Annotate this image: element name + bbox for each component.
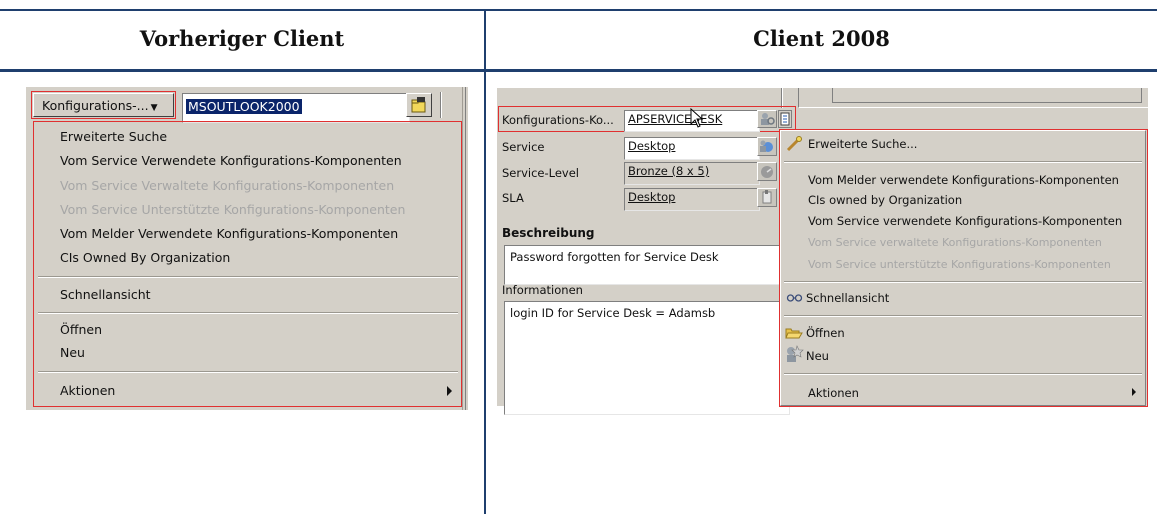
right-menu-item-quick-view[interactable]: Schnellansicht: [806, 291, 889, 305]
service-level-field[interactable]: Bronze (8 x 5): [624, 162, 760, 185]
list-menu-icon: [780, 112, 790, 126]
globe-people-icon: [760, 140, 773, 152]
right-menu-separator-4: [784, 373, 1142, 375]
service-lookup-button[interactable]: [757, 137, 777, 156]
submenu-arrow-icon: [1132, 388, 1136, 396]
right-menu-item-service-supported-ci: Vom Service unterstützte Konfigurations-…: [808, 258, 1111, 271]
person-search-icon: [761, 113, 775, 125]
gauge-icon: [761, 166, 773, 178]
folder-lookup-icon: [411, 97, 426, 113]
right-menu-item-open[interactable]: Öffnen: [806, 326, 845, 340]
top-rule: [0, 9, 1157, 11]
config-value-text: MSOUTLOOK2000: [186, 99, 302, 114]
config-menu-button[interactable]: [778, 110, 792, 128]
header-left: Vorheriger Client: [139, 26, 345, 51]
mouse-cursor-icon: [690, 108, 704, 128]
folder-open-icon: [785, 328, 803, 339]
left-menu-item-new[interactable]: Neu: [60, 345, 85, 360]
sla-label: SLA: [502, 191, 524, 205]
right-menu-item-new[interactable]: Neu: [806, 349, 829, 363]
info-label: Informationen: [502, 283, 583, 297]
background-divider: [781, 88, 783, 108]
header-rule: [0, 69, 1157, 72]
highlight-config-button: [31, 91, 176, 119]
left-menu-separator-2: [38, 312, 458, 314]
sla-field[interactable]: Desktop: [624, 188, 760, 211]
config-value-field[interactable]: MSOUTLOOK2000: [182, 93, 410, 123]
submenu-arrow-icon: [447, 386, 452, 396]
header-right: Client 2008: [753, 26, 890, 51]
new-document-icon: [787, 345, 804, 362]
right-menu-item-caller-used-ci[interactable]: Vom Melder verwendete Konfigurations-Kom…: [808, 173, 1119, 187]
right-menu-separator-2: [784, 281, 1142, 283]
document-icon: [762, 190, 772, 204]
right-menu-item-service-managed-ci: Vom Service verwaltete Konfigurations-Ko…: [808, 236, 1102, 249]
left-menu-separator-1: [38, 276, 458, 278]
right-menu-item-service-used-ci[interactable]: Vom Service verwendete Konfigurations-Ko…: [808, 214, 1122, 228]
left-menu-item-actions[interactable]: Aktionen: [60, 383, 115, 398]
left-menu-item-cis-owned[interactable]: CIs Owned By Organization: [60, 250, 230, 265]
toolbar-divider: [440, 92, 442, 118]
left-scroll-edge: [462, 87, 468, 410]
service-field[interactable]: Desktop: [624, 137, 760, 160]
magic-wand-icon: [786, 136, 802, 152]
left-menu-item-caller-used-ci[interactable]: Vom Melder Verwendete Konfigurations-Kom…: [60, 226, 398, 241]
service-level-label: Service-Level: [502, 166, 580, 180]
service-label: Service: [502, 140, 545, 154]
left-menu-item-advanced-search[interactable]: Erweiterte Suche: [60, 129, 167, 144]
sla-lookup-button[interactable]: [757, 188, 777, 207]
left-menu-item-service-managed-ci: Vom Service Verwaltete Konfigurations-Ko…: [60, 178, 395, 193]
glasses-icon: [786, 294, 803, 302]
left-menu-separator-3: [38, 371, 458, 373]
left-menu-item-quick-view[interactable]: Schnellansicht: [60, 287, 151, 302]
right-menu-separator-1: [784, 161, 1142, 163]
lookup-button[interactable]: [406, 93, 432, 117]
right-menu-item-advanced-search[interactable]: Erweiterte Suche...: [808, 137, 917, 151]
left-menu-item-service-used-ci[interactable]: Vom Service Verwendete Konfigurations-Ko…: [60, 153, 402, 168]
right-menu-item-actions[interactable]: Aktionen: [808, 386, 859, 400]
description-label: Beschreibung: [502, 226, 595, 240]
right-menu-item-cis-owned[interactable]: CIs owned by Organization: [808, 193, 962, 207]
service-level-lookup-button[interactable]: [757, 162, 777, 181]
info-field[interactable]: login ID for Service Desk = Adamsb: [504, 301, 790, 415]
config-lookup-button[interactable]: [757, 110, 777, 128]
description-field[interactable]: Password forgotten for Service Desk: [504, 245, 790, 285]
background-field: [832, 88, 1142, 103]
left-menu-item-open[interactable]: Öffnen: [60, 322, 102, 337]
right-menu-separator-3: [784, 315, 1142, 317]
left-menu-item-service-supported-ci: Vom Service Unterstützte Konfigurations-…: [60, 202, 406, 217]
column-divider: [484, 9, 486, 514]
